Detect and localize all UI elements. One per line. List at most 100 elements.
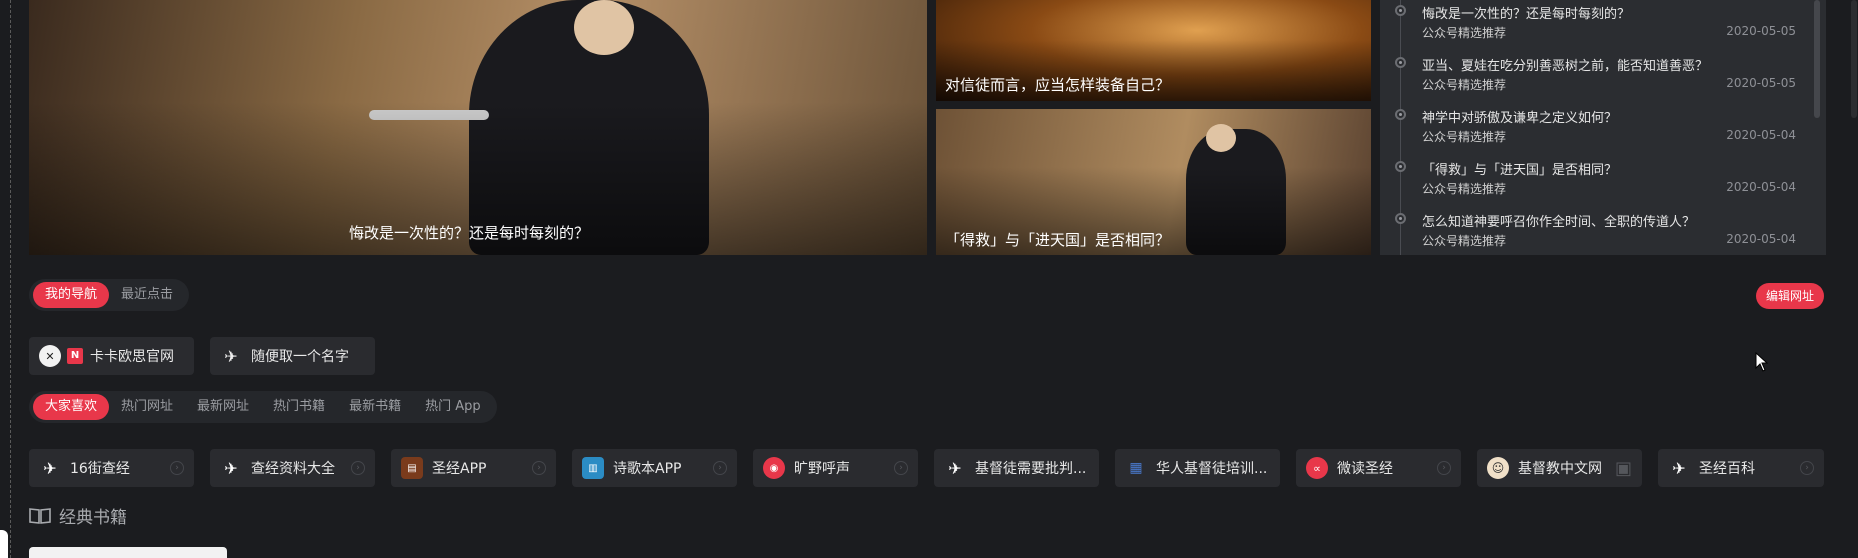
books-section-header: 经典书籍 (29, 503, 127, 528)
site-name: 华人基督徒培训... (1156, 461, 1268, 477)
tab-popular[interactable]: 大家喜欢 (33, 394, 110, 420)
kaka-logo-icon: ✕ (39, 345, 61, 367)
voice-icon: ◉ (763, 457, 785, 479)
news-date: 2020-05-04 (1726, 180, 1796, 194)
page-left-border (10, 0, 11, 558)
tab-my-nav[interactable]: 我的导航 (33, 282, 110, 308)
carousel-crowd-caption: 对信徒而言，应当怎样装备自己？ (945, 76, 1171, 94)
site-name: 圣经APP (432, 461, 487, 477)
arrow-right-icon[interactable]: › (894, 461, 908, 475)
site-card[interactable]: ✈ 查经资料大全 › (210, 449, 375, 487)
bible-app-icon: ▤ (401, 457, 423, 479)
news-date: 2020-05-05 (1726, 76, 1796, 90)
site-card[interactable]: ✈ 16街查经 › (29, 449, 194, 487)
arrow-right-icon[interactable]: › (532, 461, 546, 475)
news-date: 2020-05-05 (1726, 24, 1796, 38)
timeline-dot (1395, 57, 1406, 68)
corner-decoration (0, 530, 8, 558)
news-scrollbar[interactable] (1814, 0, 1820, 118)
my-nav-tabs: 我的导航 最近点击 (29, 279, 190, 311)
globe-icon: ✈ (224, 458, 238, 478)
news-title[interactable]: 怎么知道神要呼召你作全时间、全职的传道人？ (1422, 211, 1695, 230)
tab-recent-clicks[interactable]: 最近点击 (109, 282, 185, 308)
news-list: 悔改是一次性的？还是每时每刻的？ 公众号精选推荐 2020-05-05 亚当、夏… (1380, 0, 1826, 255)
qrcode-icon[interactable]: ▣ (1615, 458, 1632, 479)
site-card[interactable]: ✕ N 卡卡欧思官网 (29, 337, 194, 375)
globe-icon: ✈ (948, 458, 962, 478)
timeline-dot (1395, 5, 1406, 16)
tab-new-sites[interactable]: 最新网址 (185, 394, 261, 420)
site-card[interactable]: ▦ 华人基督徒培训... (1115, 449, 1280, 487)
microphone (369, 110, 489, 120)
site-card[interactable]: ✈ 基督徒需要批判... (934, 449, 1099, 487)
news-item[interactable]: 悔改是一次性的？还是每时每刻的？ 公众号精选推荐 2020-05-05 (1380, 0, 1826, 52)
edit-sites-button[interactable]: 编辑网址 (1756, 283, 1824, 309)
news-source: 公众号精选推荐 (1422, 130, 1507, 144)
site-name: 查经资料大全 (251, 461, 335, 477)
news-source: 公众号精选推荐 (1422, 26, 1507, 40)
news-source: 公众号精选推荐 (1422, 78, 1507, 92)
timeline-dot (1395, 161, 1406, 172)
carousel-main-slide[interactable]: 悔改是一次性的？还是每时每刻的？ (29, 0, 927, 255)
page-scrollbar[interactable] (1851, 0, 1857, 118)
site-name: 旷野呼声 (794, 461, 850, 477)
site-card[interactable]: ✈ 随便取一个名字 (210, 337, 375, 375)
fish-icon: ∝ (1306, 457, 1328, 479)
tab-hot-sites[interactable]: 热门网址 (109, 394, 185, 420)
timeline-dot (1395, 109, 1406, 120)
speaker-head (1206, 124, 1236, 152)
arrow-right-icon[interactable]: › (351, 461, 365, 475)
carousel-main-caption: 悔改是一次性的？还是每时每刻的？ (349, 224, 590, 242)
arrow-right-icon[interactable]: › (1437, 461, 1451, 475)
globe-icon: ✈ (224, 346, 238, 366)
face-icon: ☺ (1487, 457, 1509, 479)
news-date: 2020-05-04 (1726, 232, 1796, 246)
mouse-cursor-icon (1755, 352, 1769, 372)
site-name: 微读圣经 (1337, 461, 1393, 477)
site-card[interactable]: ◉ 旷野呼声 › (753, 449, 918, 487)
speaker-silhouette (1186, 129, 1286, 255)
globe-icon: ✈ (1672, 458, 1686, 478)
site-name: 基督徒需要批判... (975, 461, 1087, 477)
site-card[interactable]: ▥ 诗歌本APP › (572, 449, 737, 487)
news-title[interactable]: 神学中对骄傲及谦卑之定义如何？ (1422, 107, 1617, 126)
arrow-right-icon[interactable]: › (713, 461, 727, 475)
tab-hot-books[interactable]: 热门书籍 (261, 394, 337, 420)
site-card[interactable]: ✈ 圣经百科 › (1658, 449, 1824, 487)
site-name: 圣经百科 (1699, 461, 1755, 477)
site-name: 16街查经 (70, 461, 130, 477)
new-badge: N (67, 348, 83, 364)
hot-tabs: 大家喜欢 热门网址 最新网址 热门书籍 最新书籍 热门 App (29, 391, 497, 423)
carousel-crowd-slide[interactable]: 对信徒而言，应当怎样装备自己？ (936, 0, 1371, 101)
news-title[interactable]: 「得救」与「进天国」是否相同？ (1422, 159, 1617, 178)
news-source: 公众号精选推荐 (1422, 234, 1507, 248)
news-item[interactable]: 怎么知道神要呼召你作全时间、全职的传道人？ 公众号精选推荐 2020-05-04 (1380, 208, 1826, 260)
hymn-app-icon: ▥ (582, 457, 604, 479)
globe-icon: ✈ (43, 458, 57, 478)
carousel-sub-caption: 「得救」与「进天国」是否相同？ (945, 231, 1171, 249)
news-title[interactable]: 亚当、夏娃在吃分别善恶树之前，能否知道善恶？ (1422, 55, 1708, 74)
arrow-right-icon[interactable]: › (1800, 461, 1814, 475)
books-section-title: 经典书籍 (59, 508, 127, 528)
site-card[interactable]: ▤ 圣经APP › (391, 449, 556, 487)
timeline-dot (1395, 213, 1406, 224)
news-date: 2020-05-04 (1726, 128, 1796, 142)
news-item[interactable]: 亚当、夏娃在吃分别善恶树之前，能否知道善恶？ 公众号精选推荐 2020-05-0… (1380, 52, 1826, 104)
news-title[interactable]: 悔改是一次性的？还是每时每刻的？ (1422, 3, 1630, 22)
news-source: 公众号精选推荐 (1422, 182, 1507, 196)
tab-hot-app[interactable]: 热门 App (413, 394, 493, 420)
tab-new-books[interactable]: 最新书籍 (337, 394, 413, 420)
speaker-head (574, 0, 634, 55)
site-card[interactable]: ∝ 微读圣经 › (1296, 449, 1461, 487)
news-item[interactable]: 「得救」与「进天国」是否相同？ 公众号精选推荐 2020-05-04 (1380, 156, 1826, 208)
site-card[interactable]: ☺ 基督教中文网 ▣ (1477, 449, 1642, 487)
carousel-sub-slide[interactable]: 「得救」与「进天国」是否相同？ (936, 109, 1371, 255)
book-card[interactable] (29, 547, 227, 558)
news-item[interactable]: 神学中对骄傲及谦卑之定义如何？ 公众号精选推荐 2020-05-04 (1380, 104, 1826, 156)
site-name: 随便取一个名字 (251, 349, 349, 365)
site-name: 诗歌本APP (613, 461, 682, 477)
site-name: 基督教中文网 (1518, 461, 1602, 477)
book-icon (29, 507, 51, 524)
arrow-right-icon[interactable]: › (170, 461, 184, 475)
site-name: 卡卡欧思官网 (90, 349, 174, 365)
